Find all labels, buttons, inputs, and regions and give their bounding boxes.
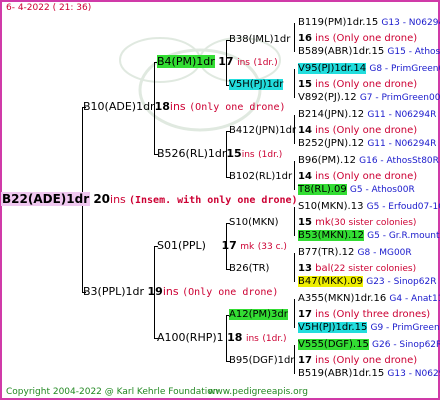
footer-copyright: Copyright 2004-2022 @ Karl Kehrle Founda… bbox=[6, 387, 219, 397]
gen2-unit: mk bbox=[240, 242, 255, 252]
gen2-unit: ins bbox=[241, 150, 255, 160]
gen2-count: 18 bbox=[227, 331, 243, 344]
gen3-name: B26(TR) bbox=[229, 263, 270, 274]
gen2-count: 15 bbox=[226, 147, 242, 160]
gen3-stats: 14 ins (Only one drone) bbox=[298, 171, 418, 182]
gen3-stats: 17 ins (Only three drones) bbox=[298, 309, 431, 320]
gen2-name: A100(RHP)1 bbox=[157, 331, 224, 344]
gen2-name: S01(PPL) bbox=[157, 239, 206, 252]
gen2-note: (33 c.) bbox=[257, 242, 287, 252]
gen1-note: (Only one drone) bbox=[189, 102, 286, 113]
gen3-stats: 15 ins (Only one drone) bbox=[298, 79, 418, 90]
gen3-stats: 13 bal(22 sister colonies) bbox=[298, 263, 417, 274]
gen3-node[interactable]: S10(MKN) bbox=[229, 217, 279, 229]
gen3-node[interactable]: B26(TR) bbox=[229, 263, 269, 275]
gen3-stats: 16 ins (Only one drone) bbox=[298, 33, 418, 44]
date-stamp: 6- 4-2022 ( 21: 36) bbox=[6, 3, 92, 13]
gen3-name: A12(PM)3dr bbox=[229, 309, 288, 320]
root-name: B22(ADE)1dr bbox=[1, 192, 91, 206]
gen4-node[interactable]: V892(PJ).12 G7 - PrimGreen00 bbox=[298, 92, 440, 104]
connector bbox=[294, 23, 295, 52]
gen4-node[interactable]: B77(TR).12 G8 - MG00R bbox=[298, 247, 412, 259]
gen3-node[interactable]: B102(RL)1dr bbox=[229, 171, 292, 183]
gen2-note: (1dr.) bbox=[253, 58, 278, 68]
gen3-node[interactable]: B38(JML)1dr bbox=[229, 34, 290, 46]
gen4-node[interactable]: T8(RL).09 G5 - Athos00R bbox=[298, 184, 415, 196]
pedigree-canvas: 6- 4-2022 ( 21: 36) B22(ADE)1dr 20ins (I… bbox=[0, 0, 440, 400]
gen1-unit: ins bbox=[162, 285, 179, 298]
gen4-node[interactable]: B119(PM)1dr.15 G13 - N06294R bbox=[298, 17, 440, 29]
gen2-count: 17 bbox=[218, 55, 234, 68]
gen1-name: B10(ADE)1dr bbox=[83, 100, 155, 113]
gen2-node[interactable]: B526(RL)1dr15ins (1dr.) bbox=[157, 148, 282, 161]
gen2-node[interactable]: A100(RHP)1 18 ins (1dr.) bbox=[157, 332, 287, 345]
gen4-node[interactable]: V95(PJ)1dr.14 G8 - PrimGreen00 bbox=[298, 63, 440, 75]
connector bbox=[294, 161, 295, 190]
gen4-node[interactable]: B214(JPN).12 G11 - N06294R bbox=[298, 109, 436, 121]
gen1-note: (Only one drone) bbox=[182, 287, 279, 298]
gen3-stats: 17 ins (Only one drone) bbox=[298, 355, 418, 366]
gen4-node[interactable]: B47(MKK).09 G23 - Sinop62R bbox=[298, 276, 436, 288]
gen1-name: B3(PPL)1dr bbox=[83, 285, 145, 298]
gen2-name: B526(RL)1dr bbox=[157, 147, 227, 160]
connector bbox=[294, 299, 295, 328]
gen2-unit: ins bbox=[245, 334, 259, 344]
gen4-node[interactable]: B519(ABR)1dr.15 G13 - N06294R bbox=[298, 368, 440, 380]
root-count: 20 bbox=[93, 192, 111, 206]
gen1-node[interactable]: B10(ADE)1dr18ins (Only one drone) bbox=[83, 101, 285, 114]
gen3-name: S10(MKN) bbox=[229, 217, 279, 228]
gen4-node[interactable]: V555(DGF).15 G26 - Sinop62R bbox=[298, 339, 440, 351]
root-note: (Insem. with only one drone) bbox=[128, 195, 298, 206]
gen2-name: B4(PM)1dr bbox=[157, 55, 215, 68]
gen4-node[interactable]: B589(ABR)1dr.15 G15 - AthosSt80R bbox=[298, 46, 440, 58]
gen1-count: 19 bbox=[147, 285, 163, 298]
root-queen[interactable]: B22(ADE)1dr 20ins (Insem. with only one … bbox=[1, 191, 298, 207]
root-unit: ins bbox=[110, 193, 126, 206]
footer-site-link[interactable]: www.pedigreeapis.org bbox=[208, 386, 308, 398]
gen3-node[interactable]: A12(PM)3dr bbox=[229, 309, 288, 321]
connector bbox=[294, 253, 295, 282]
connector bbox=[294, 69, 295, 98]
gen4-node[interactable]: B96(PM).12 G16 - AthosSt80R bbox=[298, 155, 439, 167]
gen3-node[interactable]: V5H(PJ)1dr bbox=[229, 79, 284, 91]
gen3-name: B95(DGF)1dr bbox=[229, 355, 295, 366]
gen3-node[interactable]: B412(JPN)1dr bbox=[229, 125, 296, 137]
gen2-count: 17 bbox=[221, 239, 237, 252]
gen1-count: 18 bbox=[154, 100, 170, 113]
gen2-note: (1dr.) bbox=[258, 150, 283, 160]
gen3-stats: 14 ins (Only one drone) bbox=[298, 125, 418, 136]
gen2-note: (1dr.) bbox=[262, 334, 287, 344]
gen1-unit: ins bbox=[169, 100, 186, 113]
gen3-node[interactable]: B95(DGF)1dr bbox=[229, 355, 294, 367]
gen3-name: B412(JPN)1dr bbox=[229, 125, 297, 136]
gen2-node[interactable]: S01(PPL) 17 mk (33 c.) bbox=[157, 240, 287, 253]
gen4-node[interactable]: V5H(PJ)1dr.15 G9 - PrimGreen00 bbox=[298, 322, 440, 334]
gen4-node[interactable]: B53(MKN).12 G5 - Gr.R.mounta bbox=[298, 230, 440, 242]
gen1-node[interactable]: B3(PPL)1dr 19ins (Only one drone) bbox=[83, 286, 278, 299]
gen4-node[interactable]: S10(MKN).13 G5 - Erfoud07-1Q bbox=[298, 201, 440, 213]
gen3-name: B102(RL)1dr bbox=[229, 171, 293, 182]
gen4-node[interactable]: A355(MKN)1dr.16 G4 - Anat11Q bbox=[298, 293, 440, 305]
gen4-node[interactable]: B252(JPN).12 G11 - N06294R bbox=[298, 138, 436, 150]
connector bbox=[294, 207, 295, 236]
gen3-stats: 15 mk(30 sister colonies) bbox=[298, 217, 417, 228]
gen2-node[interactable]: B4(PM)1dr 17 ins (1dr.) bbox=[157, 55, 278, 69]
gen3-name: V5H(PJ)1dr bbox=[229, 79, 284, 90]
gen2-unit: ins bbox=[237, 58, 250, 68]
gen3-name: B38(JML)1dr bbox=[229, 34, 291, 45]
